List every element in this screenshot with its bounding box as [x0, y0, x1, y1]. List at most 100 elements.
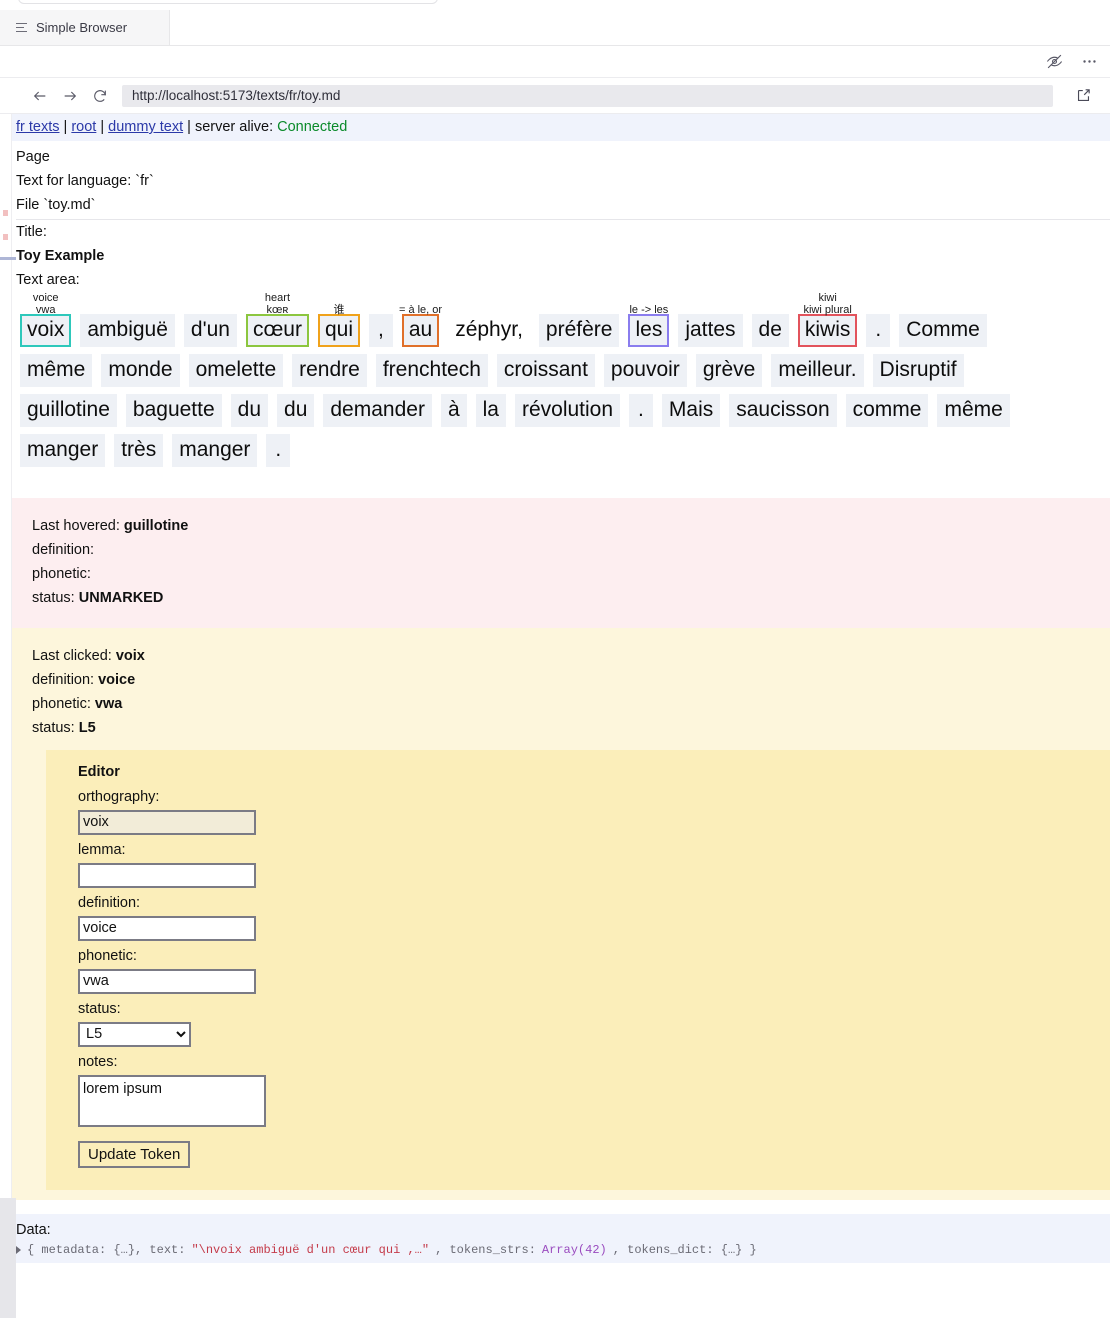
- token-word: ,: [378, 318, 384, 341]
- token-word: kiwis: [804, 318, 851, 341]
- hovered-label: Last hovered:: [32, 517, 120, 534]
- token-[interactable]: .: [266, 433, 291, 467]
- browser-urlbar: http://localhost:5173/texts/fr/toy.md: [0, 78, 1110, 114]
- token-word: monde: [108, 357, 173, 381]
- token-au[interactable]: = à le, or au: [399, 304, 442, 347]
- update-token-button[interactable]: Update Token: [78, 1140, 191, 1168]
- editor-heading: Editor: [78, 763, 120, 780]
- token-dun[interactable]: d'un: [183, 314, 237, 347]
- token-de[interactable]: de: [751, 314, 789, 347]
- token-manger[interactable]: manger: [172, 433, 258, 467]
- token-du[interactable]: du: [277, 393, 315, 427]
- token-la[interactable]: la: [475, 393, 506, 427]
- token-baguette[interactable]: baguette: [125, 393, 222, 427]
- token-[interactable]: .: [629, 393, 653, 427]
- token-[interactable]: ,: [369, 314, 393, 347]
- token-prfre[interactable]: préfère: [538, 314, 620, 347]
- console-object-row[interactable]: { metadata: {…}, text: "\nvoix ambiguë d…: [16, 1243, 1110, 1257]
- token-comme[interactable]: comme: [845, 393, 929, 427]
- token-word: guillotine: [27, 397, 110, 421]
- tab-simple-browser[interactable]: Simple Browser: [0, 10, 170, 45]
- token-frenchtech[interactable]: frenchtech: [375, 353, 488, 387]
- token-annotation: 谁: [333, 304, 344, 316]
- phonetic-input[interactable]: [78, 968, 256, 994]
- data-section: Data: { metadata: {…}, text: "\nvoix amb…: [0, 1213, 1110, 1263]
- token-annotation: kiwi kiwi plural: [803, 292, 851, 316]
- token-mme[interactable]: même: [20, 353, 93, 387]
- gutter-marker: [3, 234, 8, 240]
- open-external-icon[interactable]: [1067, 87, 1100, 104]
- page-label: Page: [16, 149, 50, 165]
- token-demander[interactable]: demander: [323, 393, 432, 427]
- notes-textarea[interactable]: [78, 1074, 266, 1127]
- token-Disruptif[interactable]: Disruptif: [872, 353, 964, 387]
- token-trs[interactable]: très: [114, 433, 164, 467]
- token-rendre[interactable]: rendre: [292, 353, 367, 387]
- link-root[interactable]: root: [71, 119, 96, 135]
- token-rvolution[interactable]: révolution: [514, 393, 621, 427]
- token-monde[interactable]: monde: [101, 353, 180, 387]
- token-word: zéphyr,: [455, 318, 523, 341]
- triangle-right-icon[interactable]: [16, 1245, 21, 1254]
- notes-label: notes:: [78, 1053, 118, 1070]
- token-voix[interactable]: voice vwa voix: [20, 292, 72, 347]
- token-du[interactable]: du: [230, 393, 269, 427]
- token-kiwis[interactable]: kiwi kiwi plural kiwis: [797, 292, 858, 347]
- clicked-status: L5: [78, 719, 96, 736]
- token-guillotine[interactable]: guillotine: [20, 393, 117, 427]
- token-word: du: [284, 397, 308, 421]
- token-meilleur[interactable]: meilleur.: [771, 353, 864, 387]
- last-clicked-panel: Last clicked: voix definition: voice pho…: [0, 627, 1110, 1200]
- token-[interactable]: .: [866, 314, 891, 347]
- token-grve[interactable]: grève: [695, 353, 763, 387]
- sep-1: |: [59, 119, 72, 135]
- token-croissant[interactable]: croissant: [496, 353, 595, 387]
- annotation-definition: voice: [32, 292, 59, 304]
- definition-input[interactable]: [78, 915, 256, 941]
- token-row: guillotine baguette du du demander à la révolut…: [20, 393, 1100, 427]
- console-mid: , tokens_strs:: [435, 1242, 536, 1257]
- orthography-input[interactable]: [78, 809, 256, 835]
- token-manger[interactable]: manger: [20, 433, 106, 467]
- token-saucisson[interactable]: saucisson: [729, 393, 837, 427]
- tabbar-empty-space: [170, 10, 1110, 45]
- eye-off-icon[interactable]: [1046, 53, 1063, 70]
- token-mme[interactable]: même: [937, 393, 1010, 427]
- token-jattes[interactable]: jattes: [678, 314, 743, 347]
- token-cur[interactable]: heart kœʀ cœur: [245, 292, 309, 347]
- ellipsis-icon[interactable]: [1081, 53, 1098, 70]
- arrow-right-icon[interactable]: [62, 88, 78, 104]
- sep-2: |: [96, 119, 109, 135]
- reload-icon[interactable]: [92, 88, 108, 104]
- link-dummy-text[interactable]: dummy text: [108, 119, 183, 135]
- token-Comme[interactable]: Comme: [899, 314, 987, 347]
- token-les[interactable]: le -> les les: [628, 304, 670, 347]
- gutter-scroll-marker: [0, 257, 16, 260]
- token-word: les: [635, 318, 663, 341]
- title-label: Title:: [16, 224, 47, 240]
- token-zphyr[interactable]: zéphyr,: [448, 314, 530, 347]
- lemma-input[interactable]: [78, 862, 256, 888]
- token-row: même monde omelette rendre frenchtech croissa…: [20, 353, 1100, 387]
- annotation-phonetic: 谁: [333, 304, 345, 316]
- link-fr-texts[interactable]: fr texts: [16, 119, 60, 135]
- token-omelette[interactable]: omelette: [188, 353, 284, 387]
- arrow-left-icon[interactable]: [32, 88, 48, 104]
- token-pouvoir[interactable]: pouvoir: [603, 353, 687, 387]
- page-header-lines: Page Text for language: `fr` File `toy.m…: [0, 141, 1110, 292]
- orthography-label: orthography:: [78, 788, 160, 805]
- token-ambigu[interactable]: ambiguë: [80, 314, 175, 347]
- clicked-definition-label: definition:: [32, 671, 95, 688]
- url-input[interactable]: http://localhost:5173/texts/fr/toy.md: [122, 84, 1053, 107]
- token-word: saucisson: [736, 397, 830, 421]
- token-qui[interactable]: 谁 qui: [317, 304, 360, 347]
- server-alive-label: server alive:: [194, 119, 274, 135]
- token-word: rendre: [299, 357, 360, 381]
- token-[interactable]: à: [440, 393, 467, 427]
- clicked-phonetic-label: phonetic:: [32, 695, 91, 712]
- token-word: la: [482, 397, 499, 421]
- gutter-marker: [3, 210, 8, 216]
- status-select[interactable]: UNMARKEDL1L2L3L4L5KNOWNIGNORE: [78, 1021, 191, 1047]
- annotation-definition: heart: [264, 292, 291, 304]
- token-Mais[interactable]: Mais: [661, 393, 721, 427]
